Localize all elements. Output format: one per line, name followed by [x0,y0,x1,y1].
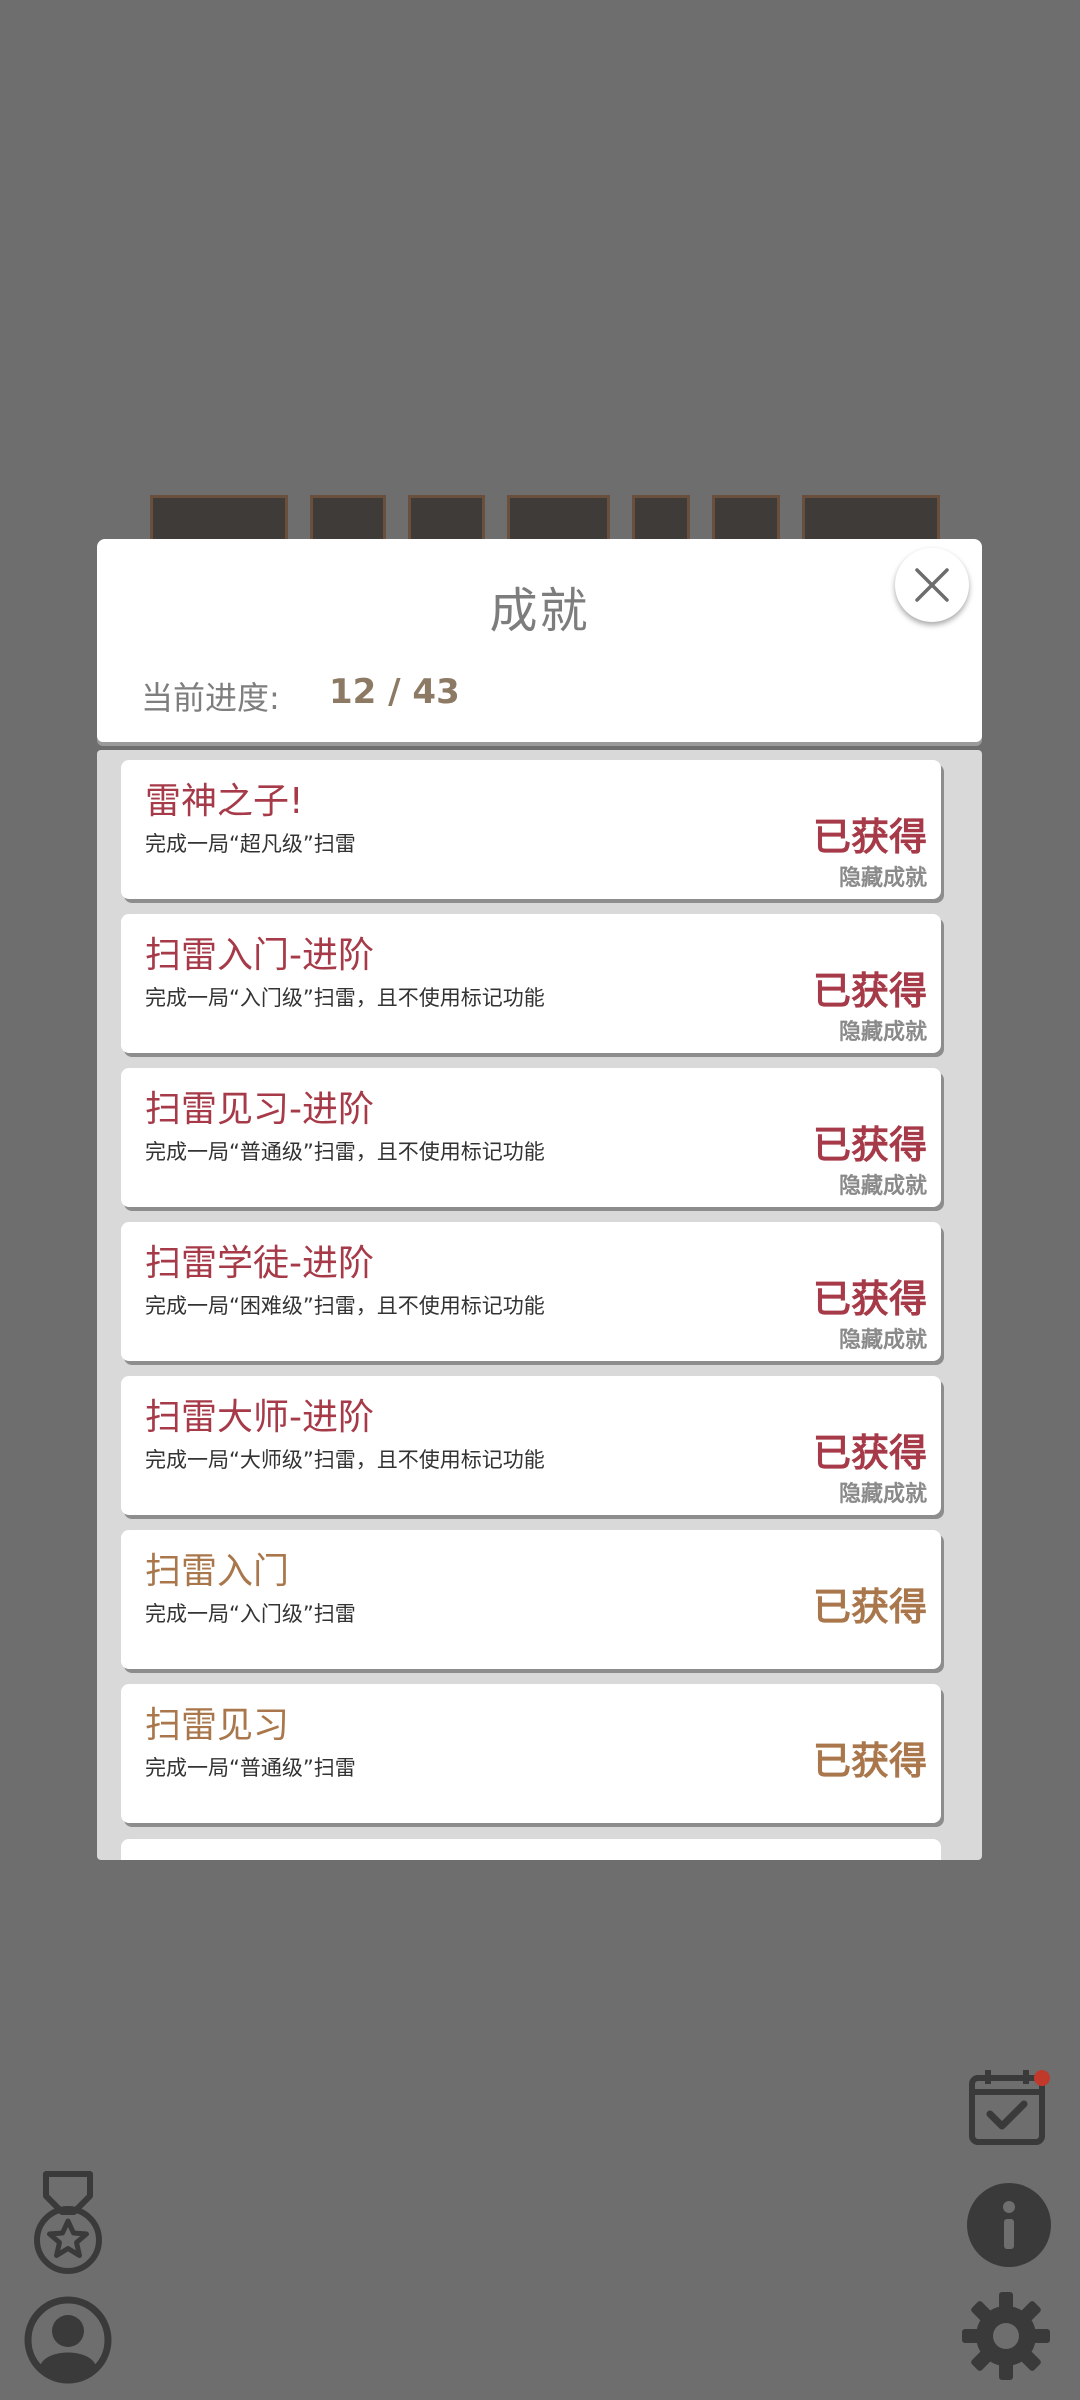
hidden-achievement-tag: 隐藏成就 [838,866,927,891]
achievement-desc: 完成一局“入门级”扫雷，且不使用标记功能 [145,986,545,1010]
achievement-status: 已获得 [812,1123,927,1167]
profile-button[interactable] [24,2296,112,2388]
close-icon [915,568,949,602]
info-button[interactable] [964,2180,1054,2274]
achievement-status: 已获得 [812,815,927,859]
achievements-dialog-header: 成就 当前进度: 12 / 43 [97,539,982,742]
achievement-status: 已获得 [812,969,927,1013]
achievement-desc: 完成一局“超凡级”扫雷 [145,832,356,856]
background-game-title [150,495,940,545]
achievement-list[interactable]: 雷神之子! 完成一局“超凡级”扫雷 已获得 隐藏成就 扫雷入门-进阶 完成一局“… [97,750,982,1860]
hidden-achievement-tag: 隐藏成就 [838,1020,927,1045]
achievement-card: 扫雷大师-进阶 完成一局“大师级”扫雷，且不使用标记功能 已获得 隐藏成就 [121,1376,941,1515]
achievement-card: 雷神之子! 完成一局“超凡级”扫雷 已获得 隐藏成就 [121,760,941,899]
achievements-button[interactable] [30,2170,106,2284]
achievement-desc: 完成一局“普通级”扫雷，且不使用标记功能 [145,1140,545,1164]
achievement-status: 已获得 [812,1739,927,1783]
achievement-desc: 完成一局“大师级”扫雷，且不使用标记功能 [145,1448,545,1472]
achievement-card: 扫雷入门 完成一局“入门级”扫雷 已获得 [121,1530,941,1669]
achievement-card: 扫雷见习-进阶 完成一局“普通级”扫雷，且不使用标记功能 已获得 隐藏成就 [121,1068,941,1207]
hidden-achievement-tag: 隐藏成就 [838,1482,927,1507]
achievement-desc: 完成一局“困难级”扫雷，且不使用标记功能 [145,1294,545,1318]
achievement-desc: 完成一局“入门级”扫雷 [145,1602,356,1626]
achievement-name: 扫雷大师-进阶 [145,1397,374,1438]
achievement-name: 扫雷入门-进阶 [145,935,374,976]
settings-button[interactable] [960,2290,1052,2386]
progress-value: 12 / 43 [329,672,460,712]
achievement-card-partial [121,1839,941,1860]
achievement-status: 已获得 [812,1431,927,1475]
notification-dot [1034,2070,1050,2086]
achievement-status: 已获得 [812,1585,927,1629]
gear-icon [962,2292,1050,2380]
achievement-name: 扫雷见习 [145,1705,290,1746]
achievement-name: 扫雷学徒-进阶 [145,1243,374,1284]
achievement-card: 扫雷学徒-进阶 完成一局“困难级”扫雷，且不使用标记功能 已获得 隐藏成就 [121,1222,941,1361]
achievement-status: 已获得 [812,1277,927,1321]
hidden-achievement-tag: 隐藏成就 [838,1328,927,1353]
close-button[interactable] [895,548,969,622]
achievement-card: 扫雷入门-进阶 完成一局“入门级”扫雷，且不使用标记功能 已获得 隐藏成就 [121,914,941,1053]
daily-checkin-button[interactable] [966,2066,1056,2152]
medal-icon [34,2171,102,2274]
dialog-title: 成就 [489,583,590,639]
info-icon [967,2183,1051,2267]
profile-icon [24,2296,112,2384]
achievement-desc: 完成一局“普通级”扫雷 [145,1756,356,1780]
achievement-name: 雷神之子! [145,781,304,822]
progress-label: 当前进度: [141,679,280,717]
achievement-name: 扫雷见习-进阶 [145,1089,374,1130]
hidden-achievement-tag: 隐藏成就 [838,1174,927,1199]
achievement-card: 扫雷见习 完成一局“普通级”扫雷 已获得 [121,1684,941,1823]
calendar-check-icon [969,2070,1050,2145]
achievement-name: 扫雷入门 [145,1551,290,1592]
